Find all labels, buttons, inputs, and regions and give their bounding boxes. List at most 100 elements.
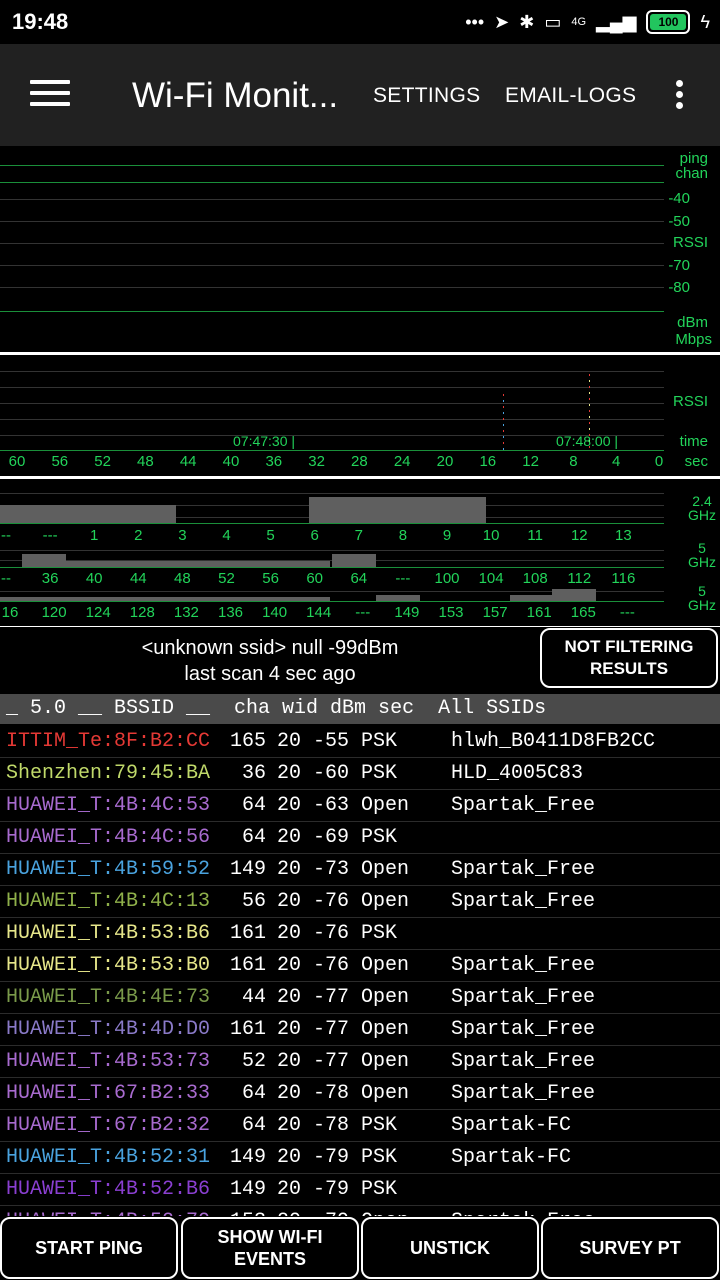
gridline xyxy=(0,287,664,288)
table-row[interactable]: HUAWEI_T:4B:52:B6 149 20 -79 PSK xyxy=(0,1174,720,1206)
connection-info: <unknown ssid> null -99dBm last scan 4 s… xyxy=(0,627,720,691)
x-tick: 36 xyxy=(265,453,283,470)
channel-label: --- xyxy=(395,570,411,587)
status-bar: 19:48 ••• ➤ ✱ ▭ 4G ▂▄▆ 100 ϟ xyxy=(0,0,720,44)
cell-wid: 20 xyxy=(277,794,302,817)
gridline xyxy=(0,523,664,524)
cell-sec: PSK xyxy=(361,1178,398,1201)
network-list[interactable]: ITTIM_Te:8F:B2:CC 165 20 -55 PSK hlwh_B0411D8… xyxy=(0,726,720,1216)
axis-label: -80 xyxy=(668,279,690,296)
gridline xyxy=(0,221,664,222)
cell-sec: Open xyxy=(361,1050,410,1073)
channel-label: 4 xyxy=(222,527,231,544)
cell-wid: 20 xyxy=(277,762,302,785)
data-icon: ▭ xyxy=(544,11,562,32)
channel-label: -- xyxy=(1,570,11,587)
show-wifi-events-button[interactable]: SHOW WI-FI EVENTS xyxy=(181,1217,359,1279)
cell-wid: 20 xyxy=(277,1050,302,1073)
cell-cha: 64 xyxy=(241,1114,266,1137)
table-row[interactable]: HUAWEI_T:4B:4C:56 64 20 -69 PSK xyxy=(0,822,720,854)
channel-label: --- xyxy=(355,604,371,621)
channel-label: 144 xyxy=(306,604,332,621)
channel-label: 10 xyxy=(482,527,500,544)
table-row[interactable]: HUAWEI_T:4B:4C:53 64 20 -63 Open Spartak_Free xyxy=(0,790,720,822)
channel-label: 128 xyxy=(129,604,155,621)
charging-icon: ϟ xyxy=(700,11,710,32)
cell-dbm: -79 xyxy=(313,1206,349,1216)
chan-label: chan xyxy=(675,165,708,182)
x-tick: 44 xyxy=(179,453,197,470)
channel-bar xyxy=(66,561,330,567)
hamburger-menu-icon[interactable] xyxy=(30,80,70,110)
cell-sec: Open xyxy=(361,1018,410,1041)
channel-label: 44 xyxy=(129,570,147,587)
unstick-button[interactable]: UNSTICK xyxy=(361,1217,539,1279)
overflow-menu-icon[interactable] xyxy=(672,80,686,114)
table-row[interactable]: Shenzhen:79:45:BA 36 20 -60 PSK HLD_4005C83 xyxy=(0,758,720,790)
channel-label: 100 xyxy=(434,570,460,587)
channel-label: 112 xyxy=(567,570,592,587)
channel-label: 108 xyxy=(522,570,548,587)
gridline xyxy=(0,493,664,494)
table-row[interactable]: HUAWEI_T:67:B2:32 64 20 -78 PSK Spartak-FC xyxy=(0,1110,720,1142)
x-tick: 28 xyxy=(351,453,368,470)
battery-icon: 100 xyxy=(646,10,691,34)
gridline xyxy=(0,265,664,266)
table-row[interactable]: HUAWEI_T:4B:53:B0 161 20 -76 Open Spartak_Fre… xyxy=(0,950,720,982)
gridline xyxy=(0,601,664,602)
cell-dbm: -79 xyxy=(313,1146,350,1169)
cell-bssid: HUAWEI_T:4B:4C:13 xyxy=(6,890,211,913)
channel-label: 36 xyxy=(41,570,59,587)
table-row[interactable]: ITTIM_Te:8F:B2:CC 165 20 -55 PSK hlwh_B0411D8… xyxy=(0,726,720,758)
channel-label: 165 xyxy=(570,604,596,621)
cell-wid: 20 xyxy=(277,954,302,977)
cell-ssid: Spartak_Free xyxy=(451,954,596,977)
cell-bssid: HUAWEI_T:4B:52:B6 xyxy=(6,1178,211,1201)
x-tick: 32 xyxy=(308,453,325,470)
cell-wid: 20 xyxy=(277,986,302,1009)
gridline xyxy=(0,371,664,372)
channel-label: 52 xyxy=(218,570,235,587)
cell-bssid: HUAWEI_T:4B:53:73 xyxy=(6,1050,211,1073)
cell-cha: 52 xyxy=(241,1050,266,1073)
network-type: 4G xyxy=(571,15,587,28)
table-row[interactable]: HUAWEI_T:4B:4D:D0 161 20 -77 Open Spartak_Fre… xyxy=(0,1014,720,1046)
settings-button[interactable]: SETTINGS xyxy=(373,84,480,108)
x-tick: 0 xyxy=(654,453,664,470)
cell-bssid: HUAWEI_T:4B:59:52 xyxy=(6,858,211,881)
table-header[interactable]: _ 5.0 __ BSSID __ cha wid dBm sec All SS… xyxy=(0,694,720,724)
table-row[interactable]: HUAWEI_T:67:B2:33 64 20 -78 Open Spartak_Free xyxy=(0,1078,720,1110)
channel-label: 40 xyxy=(85,570,103,587)
dbm-label: dBm xyxy=(677,314,708,331)
cell-ssid: Spartak-FC xyxy=(451,1146,572,1169)
survey-pt-button[interactable]: SURVEY PT xyxy=(541,1217,719,1279)
cell-bssid: HUAWEI_T:4B:53:B0 xyxy=(6,954,211,977)
table-row[interactable]: HUAWEI_T:4B:53:B6 161 20 -76 PSK xyxy=(0,918,720,950)
cell-wid: 20 xyxy=(277,922,302,945)
channel-label: 132 xyxy=(173,604,199,621)
table-row[interactable]: HUAWEI_T:4B:52:31 149 20 -79 PSK Spartak-FC xyxy=(0,1142,720,1174)
cell-dbm: -60 xyxy=(313,762,350,785)
cell-wid: 20 xyxy=(277,1146,302,1169)
channel-label: 8 xyxy=(398,527,408,544)
filter-button[interactable]: NOT FILTERING RESULTS xyxy=(540,628,718,688)
x-tick: 4 xyxy=(612,453,621,470)
cell-ssid: HLD_4005C83 xyxy=(451,762,584,785)
email-logs-button[interactable]: EMAIL-LOGS xyxy=(505,84,636,108)
time-marker: 07:47:30 | xyxy=(233,433,296,449)
channel-label: 12 xyxy=(570,527,588,544)
start-ping-button[interactable]: START PING xyxy=(0,1217,178,1279)
cell-sec: PSK xyxy=(361,1114,398,1137)
table-row[interactable]: HUAWEI_T:4B:53:73 52 20 -77 Open Spartak_Free xyxy=(0,1046,720,1078)
cell-ssid: Spartak-FC xyxy=(451,1114,572,1137)
table-row[interactable]: HUAWEI_T:4B:4E:73 44 20 -77 Open Spartak_Free xyxy=(0,982,720,1014)
cell-cha: 149 xyxy=(229,1178,266,1201)
signal-trace xyxy=(503,394,504,450)
table-row[interactable]: HUAWEI_T:4B:4C:13 56 20 -76 Open Spartak_Free xyxy=(0,886,720,918)
x-tick: 16 xyxy=(479,453,497,470)
table-row[interactable]: HUAWEI_T:4B:59:52 149 20 -73 Open Spartak_Fre… xyxy=(0,854,720,886)
cell-dbm: -55 xyxy=(313,730,350,753)
table-row[interactable]: HUAWEI_T:4B:52:70 153 20 -79 Open Spartak_Fre… xyxy=(0,1206,720,1216)
cell-bssid: HUAWEI_T:4B:4C:56 xyxy=(6,826,211,849)
cell-bssid: HUAWEI_T:67:B2:32 xyxy=(6,1114,211,1137)
